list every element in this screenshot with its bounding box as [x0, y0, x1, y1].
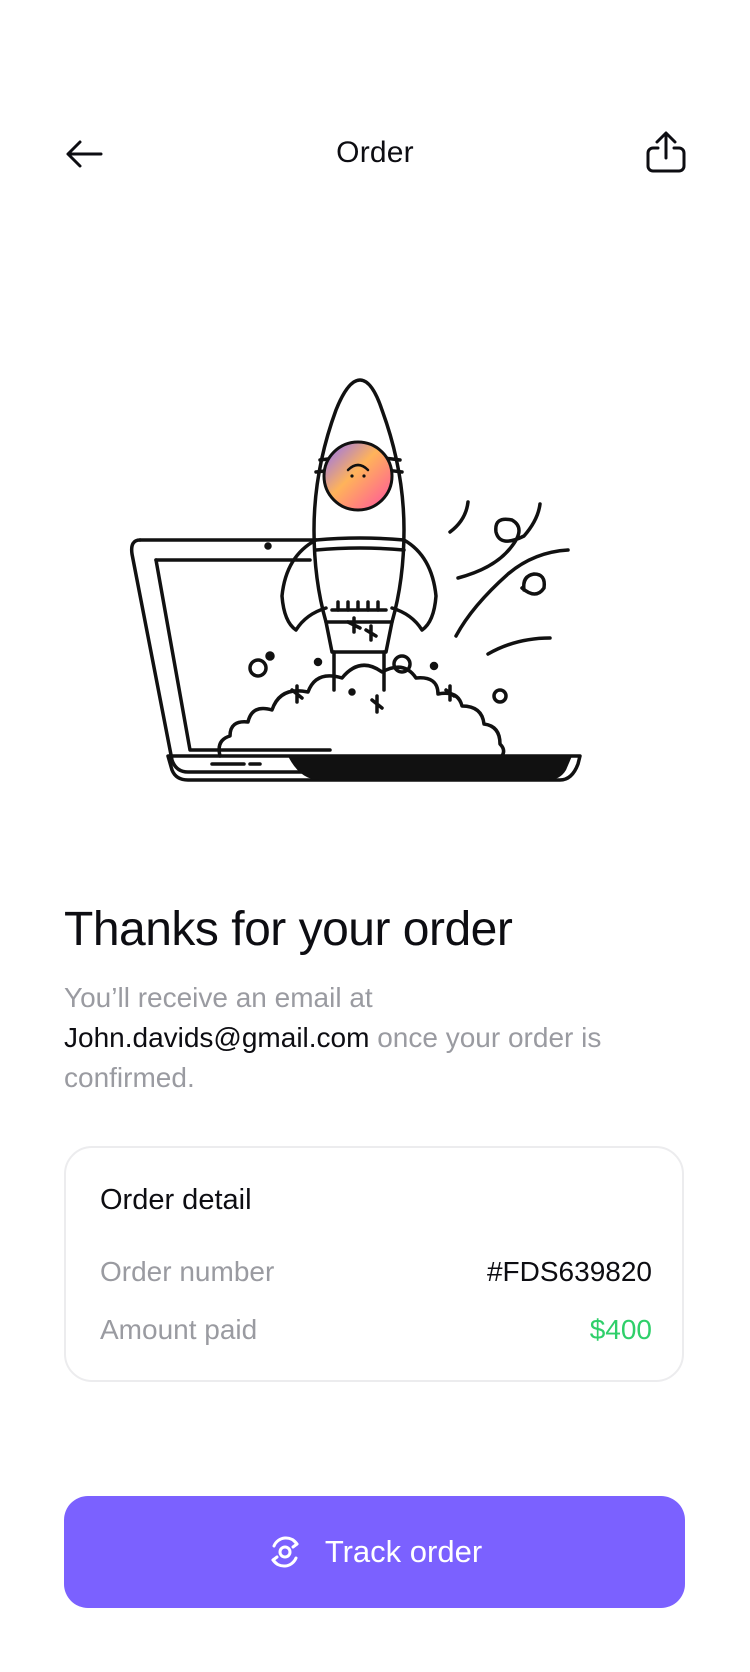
confirmation-message: You’ll receive an email at John.davids@g…	[64, 978, 684, 1098]
amount-paid-label: Amount paid	[100, 1314, 258, 1345]
rocket-launch-illustration	[120, 360, 630, 800]
order-number-row: Order number #FDS639820	[100, 1256, 652, 1288]
share-icon	[646, 131, 686, 173]
order-number-value: #FDS639820	[486, 1256, 652, 1287]
amount-paid-value: $400	[589, 1314, 652, 1345]
message-before-text: You’ll receive an email at	[64, 982, 373, 1013]
page-title: Order	[336, 136, 414, 169]
order-number-label: Order number	[100, 1256, 275, 1287]
rocket-launch-image	[129, 378, 582, 782]
order-detail-card: Order detail Order number #FDS639820 Amo…	[64, 1146, 684, 1382]
track-order-button[interactable]: Track order	[64, 1496, 685, 1608]
order-detail-title: Order detail	[100, 1184, 252, 1216]
track-order-label: Track order	[324, 1534, 483, 1569]
email-address: John.davids@gmail.com	[64, 1022, 370, 1053]
share-button[interactable]	[640, 126, 692, 178]
amount-paid-row: Amount paid $400	[100, 1314, 652, 1346]
confirmation-heading: Thanks for your order	[64, 903, 513, 956]
top-app-bar: Order	[0, 112, 750, 196]
track-orbit-icon	[267, 1534, 303, 1570]
